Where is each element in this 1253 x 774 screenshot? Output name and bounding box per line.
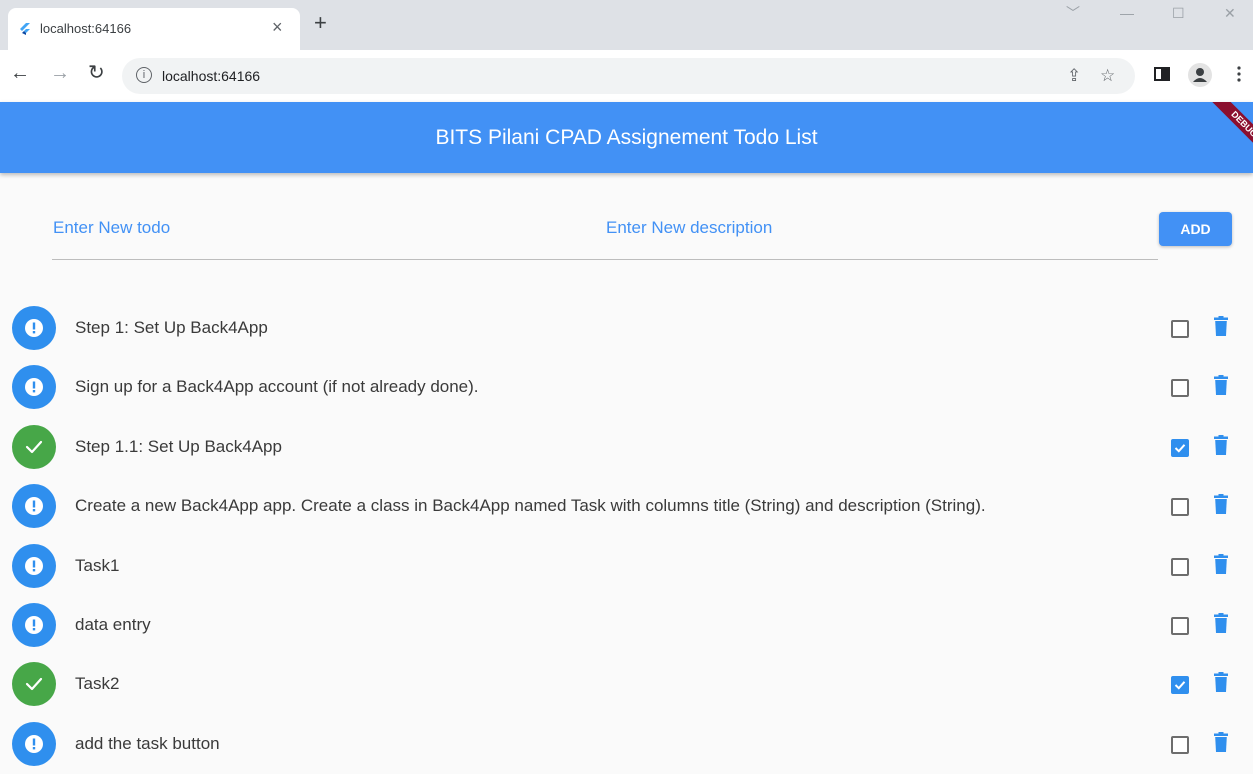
todo-title: Step 1: Set Up Back4App: [75, 318, 268, 337]
delete-icon[interactable]: [1214, 613, 1228, 633]
new-tab-icon[interactable]: +: [314, 12, 327, 34]
tab-close-icon[interactable]: ×: [272, 18, 283, 36]
maximize-icon[interactable]: ☐: [1172, 6, 1185, 20]
exclamation-icon: [25, 616, 43, 634]
site-info-icon[interactable]: i: [136, 67, 152, 83]
todo-title: Sign up for a Back4App account (if not a…: [75, 377, 479, 397]
todo-checkbox[interactable]: [1171, 557, 1189, 576]
status-avatar: [12, 365, 56, 410]
status-avatar: [12, 424, 56, 469]
status-avatar: [12, 306, 56, 350]
delete-icon[interactable]: [1214, 672, 1228, 693]
todo-row[interactable]: Sign up for a Back4App account (if not a…: [0, 357, 1253, 417]
todo-row[interactable]: Create a new Back4App app. Create a clas…: [0, 476, 1253, 536]
todo-checkbox[interactable]: [1171, 379, 1189, 398]
todo-row[interactable]: Task2: [0, 654, 1253, 714]
todo-title: add the task button: [75, 733, 220, 753]
checkmark-icon: [1174, 681, 1186, 691]
delete-icon[interactable]: [1214, 731, 1228, 752]
side-panel-icon[interactable]: [1153, 65, 1171, 83]
todo-checkbox[interactable]: [1171, 438, 1189, 457]
tab-search-icon[interactable]: ﹀: [1066, 6, 1080, 20]
delete-icon[interactable]: [1214, 494, 1228, 515]
todo-checkbox[interactable]: [1171, 498, 1189, 517]
minimize-icon[interactable]: —: [1120, 6, 1134, 20]
address-bar[interactable]: i localhost:64166 ⇪ ☆: [122, 58, 1135, 94]
status-avatar: [12, 603, 56, 647]
bookmark-star-icon[interactable]: ☆: [1100, 66, 1115, 86]
add-todo-button[interactable]: ADD: [1159, 212, 1232, 246]
todo-row[interactable]: data entry: [0, 595, 1253, 655]
todo-checkbox[interactable]: [1171, 617, 1189, 635]
todo-title: Task2: [75, 674, 120, 694]
app-bar: BITS Pilani CPAD Assignement Todo List D…: [0, 102, 1253, 173]
exclamation-icon: [25, 556, 43, 575]
debug-banner-label: DEBUG: [1207, 102, 1253, 161]
checkmark-icon: [1174, 443, 1186, 453]
check-icon: [25, 678, 43, 691]
todo-title: Step 1.1: Set Up Back4App: [75, 436, 282, 456]
status-avatar: [12, 721, 56, 766]
todo-checkbox[interactable]: [1171, 676, 1189, 695]
share-icon[interactable]: ⇪: [1067, 66, 1081, 86]
flutter-icon: [20, 23, 30, 35]
todo-row[interactable]: Step 1: Set Up Back4App: [0, 298, 1253, 358]
reload-icon[interactable]: ↻: [88, 63, 105, 83]
forward-icon[interactable]: →: [50, 63, 70, 83]
status-avatar: [12, 543, 56, 588]
todo-row[interactable]: add the task button: [0, 714, 1253, 774]
browser-toolbar: ← → ↻ i localhost:64166 ⇪ ☆: [0, 50, 1253, 102]
delete-icon[interactable]: [1214, 434, 1228, 455]
back-icon[interactable]: ←: [10, 63, 30, 83]
debug-banner: DEBUG: [1193, 102, 1253, 162]
check-icon: [25, 440, 43, 453]
todo-title: Create a new Back4App app. Create a clas…: [75, 496, 986, 516]
delete-icon[interactable]: [1214, 316, 1228, 336]
todo-title: data entry: [75, 615, 151, 634]
page-title: BITS Pilani CPAD Assignement Todo List: [435, 126, 818, 149]
tab-title: localhost:64166: [40, 21, 132, 36]
status-avatar: [12, 484, 56, 529]
todo-checkbox[interactable]: [1171, 735, 1189, 754]
exclamation-icon: [25, 378, 43, 397]
new-todo-input[interactable]: Enter New todo: [53, 218, 170, 238]
new-description-input[interactable]: Enter New description: [606, 218, 772, 238]
exclamation-icon: [25, 497, 43, 516]
kebab-menu-icon[interactable]: [1236, 65, 1242, 83]
todo-checkbox[interactable]: [1171, 320, 1189, 338]
delete-icon[interactable]: [1214, 553, 1228, 574]
todo-title: Task1: [75, 555, 120, 575]
exclamation-icon: [25, 734, 43, 753]
exclamation-icon: [25, 319, 43, 337]
todo-row[interactable]: Task1: [0, 536, 1253, 596]
profile-avatar-icon[interactable]: [1188, 63, 1212, 87]
address-url: localhost:64166: [162, 68, 261, 84]
delete-icon[interactable]: [1214, 375, 1228, 396]
input-underline: [52, 259, 1158, 260]
close-window-icon[interactable]: ✕: [1224, 6, 1236, 20]
todo-row[interactable]: Step 1.1: Set Up Back4App: [0, 417, 1253, 477]
status-avatar: [12, 662, 56, 707]
browser-tab[interactable]: localhost:64166 ×: [8, 8, 300, 50]
browser-tab-strip: localhost:64166 × + ﹀ — ☐ ✕: [0, 0, 1253, 50]
